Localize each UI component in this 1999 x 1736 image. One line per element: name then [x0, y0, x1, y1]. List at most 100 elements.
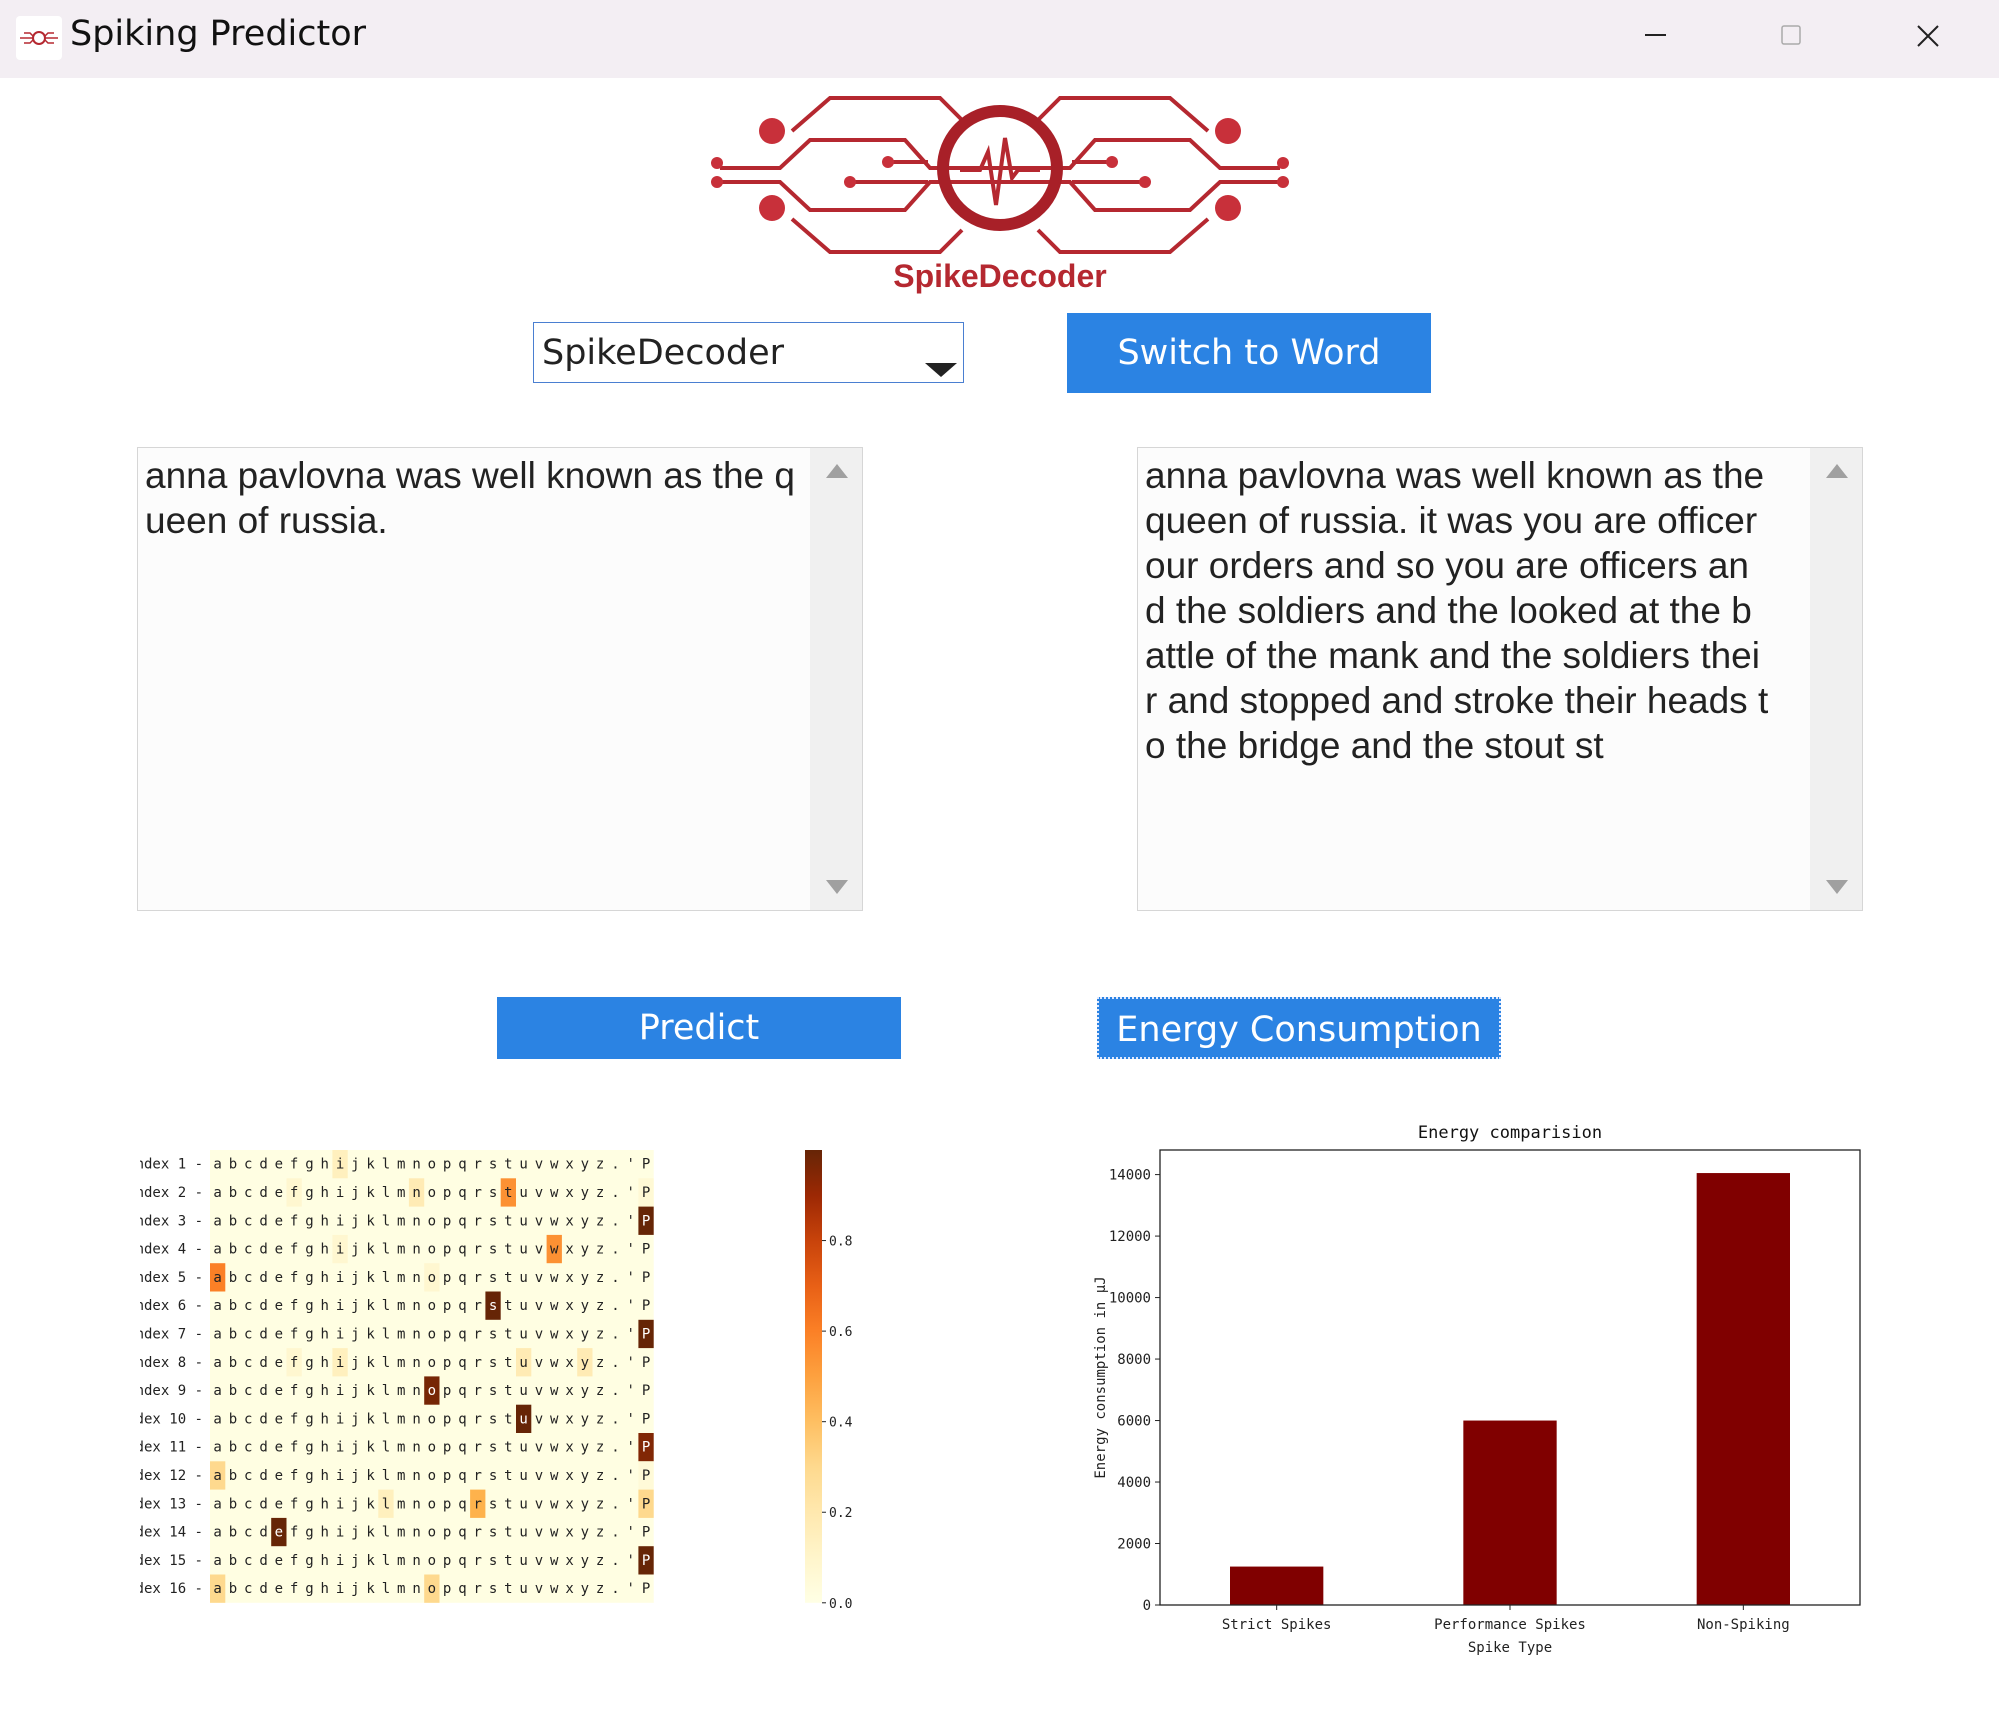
heatmap-cell-label: y	[581, 1270, 589, 1286]
heatmap-cell-label: P	[642, 1185, 650, 1201]
heatmap-cell-label: g	[305, 1355, 313, 1371]
scroll-down-icon[interactable]	[826, 880, 848, 894]
heatmap-cell-label: e	[275, 1553, 283, 1569]
heatmap-cell-label: d	[259, 1383, 267, 1399]
heatmap-cell-label: n	[412, 1553, 420, 1569]
heatmap-cell-label: y	[581, 1157, 589, 1173]
heatmap-cell-label: h	[321, 1553, 329, 1569]
heatmap-cell-label: w	[550, 1553, 559, 1569]
output-textbox[interactable]: anna pavlovna was well known as the queen…	[1137, 447, 1863, 911]
output-scrollbar[interactable]	[1810, 448, 1862, 910]
heatmap-cell-label: p	[443, 1213, 451, 1229]
heatmap-cell-label: d	[259, 1242, 267, 1258]
heatmap-cell-label: r	[474, 1411, 482, 1427]
heatmap-cell-label: '	[627, 1213, 635, 1229]
heatmap-cell-label: e	[275, 1525, 283, 1541]
heatmap-cell-label: c	[244, 1213, 252, 1229]
output-text[interactable]: anna pavlovna was well known as the queen…	[1145, 453, 1802, 768]
heatmap-cell-label: e	[275, 1298, 283, 1314]
heatmap-cell-label: i	[336, 1213, 344, 1229]
heatmap-cell-label: k	[366, 1411, 375, 1427]
minimize-button[interactable]	[1588, 0, 1724, 70]
heatmap-cell-label: f	[290, 1157, 298, 1173]
heatmap-cell-label: l	[382, 1440, 390, 1456]
heatmap-cell-label: x	[565, 1581, 573, 1597]
heatmap-cell-label: l	[382, 1355, 390, 1371]
heatmap-cell-label: a	[213, 1411, 221, 1427]
energy-consumption-button[interactable]: Energy Consumption	[1097, 997, 1501, 1059]
x-tick-label: Performance Spikes	[1434, 1617, 1586, 1633]
heatmap-cell-label: r	[474, 1355, 482, 1371]
input-textbox[interactable]: anna pavlovna was well known as the quee…	[137, 447, 863, 911]
scroll-up-icon[interactable]	[826, 464, 848, 478]
heatmap-cell-label: k	[366, 1270, 375, 1286]
heatmap-cell-label: z	[596, 1496, 604, 1512]
heatmap-cell-label: s	[489, 1157, 497, 1173]
heatmap-cell-label: h	[321, 1440, 329, 1456]
colorbar-tick-label: 0.6	[829, 1325, 852, 1340]
close-button[interactable]	[1860, 0, 1996, 70]
heatmap-cell-label: p	[443, 1185, 451, 1201]
heatmap-cell-label: r	[474, 1553, 482, 1569]
heatmap-cell-label: '	[627, 1581, 635, 1597]
heatmap-cell-label: i	[336, 1326, 344, 1342]
heatmap-cell-label: c	[244, 1525, 252, 1541]
predict-button[interactable]: Predict	[497, 997, 901, 1059]
heatmap-cell-label: p	[443, 1440, 451, 1456]
scroll-up-icon[interactable]	[1826, 464, 1848, 478]
input-text[interactable]: anna pavlovna was well known as the quee…	[145, 453, 802, 543]
heatmap-cell-label: v	[535, 1553, 543, 1569]
heatmap-cell-label: t	[504, 1326, 512, 1342]
heatmap-cell-label: k	[366, 1298, 375, 1314]
heatmap-row-label: index 12 -	[140, 1468, 203, 1484]
model-select[interactable]: SpikeDecoder	[533, 322, 964, 383]
heatmap-cell-label: z	[596, 1525, 604, 1541]
heatmap-cell-label: o	[428, 1185, 436, 1201]
heatmap-cell-label: m	[397, 1157, 405, 1173]
heatmap-cell-label: u	[519, 1468, 527, 1484]
scroll-down-icon[interactable]	[1826, 880, 1848, 894]
heatmap-cell-label: P	[642, 1355, 650, 1371]
heatmap-cell-label: b	[229, 1157, 237, 1173]
heatmap-cell-label: n	[412, 1355, 420, 1371]
heatmap-cell-label: '	[627, 1157, 635, 1173]
output-line: d the soldiers and the looked at the b	[1145, 590, 1752, 631]
heatmap-cell-label: w	[550, 1157, 559, 1173]
switch-to-word-input-button[interactable]: Switch to Word Input	[1067, 313, 1431, 453]
heatmap-cell-label: v	[535, 1496, 543, 1512]
heatmap-cell-label: a	[213, 1326, 221, 1342]
heatmap-cell-label: z	[596, 1581, 604, 1597]
heatmap-cell-label: u	[519, 1270, 527, 1286]
heatmap-cell-label: y	[581, 1326, 589, 1342]
heatmap-cell-label: e	[275, 1185, 283, 1201]
heatmap-cell-label: x	[565, 1383, 573, 1399]
heatmap-cell-label: p	[443, 1496, 451, 1512]
heatmap-cell-label: d	[259, 1440, 267, 1456]
maximize-button[interactable]	[1724, 0, 1860, 70]
chevron-down-icon[interactable]	[925, 363, 957, 377]
heatmap-cell-label: P	[642, 1270, 650, 1286]
heatmap-cell-label: z	[596, 1383, 604, 1399]
heatmap-cell-label: t	[504, 1242, 512, 1258]
heatmap-cell-label: q	[458, 1270, 466, 1286]
heatmap-cell-label: i	[336, 1440, 344, 1456]
heatmap-cell-label: i	[336, 1581, 344, 1597]
heatmap-cell-label: k	[366, 1525, 375, 1541]
heatmap-cell-label: r	[474, 1496, 482, 1512]
heatmap-cell-label: z	[596, 1298, 604, 1314]
output-line: anna pavlovna was well known as the	[1145, 455, 1765, 496]
heatmap-cell-label: g	[305, 1440, 313, 1456]
heatmap-cell-label: n	[412, 1383, 420, 1399]
heatmap-cell-label: t	[504, 1355, 512, 1371]
heatmap-cell-label: p	[443, 1326, 451, 1342]
heatmap-cell-label: j	[351, 1468, 359, 1484]
heatmap-cell-label: g	[305, 1383, 313, 1399]
heatmap-cell-label: h	[321, 1411, 329, 1427]
input-scrollbar[interactable]	[810, 448, 862, 910]
heatmap-cell-label: w	[550, 1440, 559, 1456]
heatmap-cell-label: .	[611, 1496, 619, 1512]
heatmap-cell-label: d	[259, 1525, 267, 1541]
heatmap-cell-label: y	[581, 1242, 589, 1258]
heatmap-cell-label: d	[259, 1553, 267, 1569]
heatmap-cell-label: t	[504, 1298, 512, 1314]
